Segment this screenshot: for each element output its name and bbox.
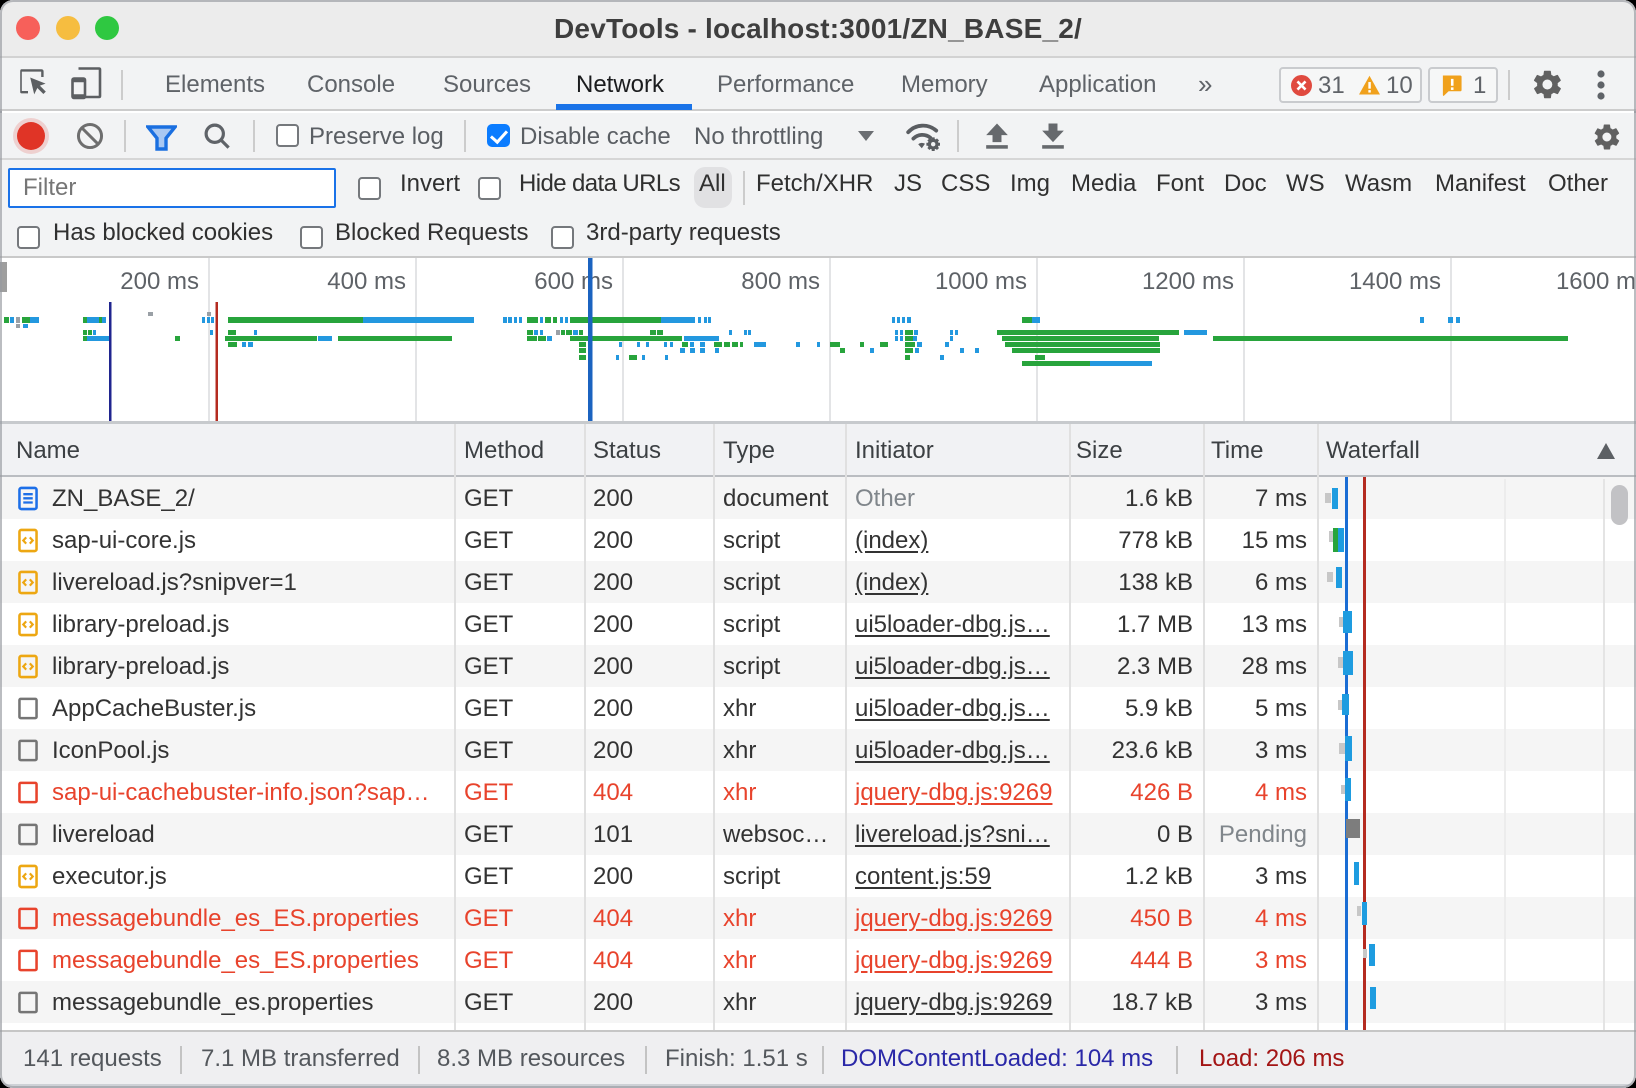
svg-text:1600 ms: 1600 ms xyxy=(1556,268,1636,295)
svg-text:1200 ms: 1200 ms xyxy=(1142,268,1234,295)
svg-text:600 ms: 600 ms xyxy=(534,268,613,295)
svg-text:400 ms: 400 ms xyxy=(327,268,406,295)
svg-text:200 ms: 200 ms xyxy=(120,268,199,295)
svg-text:1000 ms: 1000 ms xyxy=(935,268,1027,295)
svg-text:800 ms: 800 ms xyxy=(741,268,820,295)
svg-text:1400 ms: 1400 ms xyxy=(1349,268,1441,295)
